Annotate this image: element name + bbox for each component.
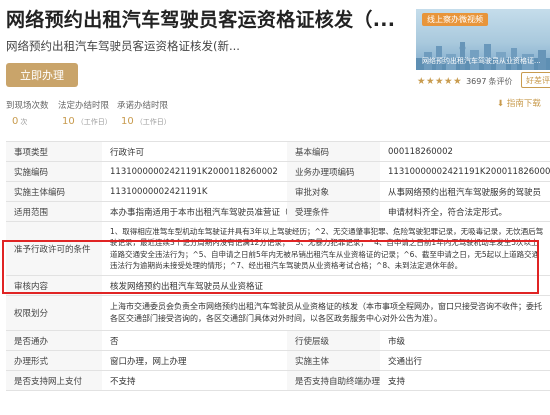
review-button[interactable]: 好差评 <box>521 72 550 88</box>
rating-count: 3697 <box>466 77 487 86</box>
video-badge: 线上察办微视频 <box>422 13 488 26</box>
table-key: 业务办理项编码 <box>287 162 380 181</box>
table-row: 是否通办 否 行使层级 市级 <box>6 331 550 351</box>
guide-download-link[interactable]: ⬇ 指南下载 <box>497 97 541 109</box>
table-value: 窗口办理，网上办理 <box>110 356 187 367</box>
table-value: 从事网络预约出租汽车驾驶服务的驾驶员 <box>388 187 542 198</box>
stat-label: 承诺办结时限 <box>117 101 169 111</box>
table-value: 市级 <box>388 336 406 347</box>
stat-unit: （工作日） <box>76 118 112 126</box>
table-key: 基本编码 <box>287 142 380 161</box>
info-table: 事项类型 行政许可 基本编码 000118260002 实施编码 1131000… <box>6 141 550 391</box>
table-key: 适用范围 <box>6 202 102 221</box>
table-key: 行使层级 <box>287 331 380 350</box>
stat-promise-limit: 承诺办结时限 10 （工作日） <box>117 99 171 127</box>
rating-summary: ★★★★★ 3697 条评价 <box>417 76 512 87</box>
table-row: 适用范围 本办事指南适用于本市出租汽车驾驶员准营证（从业... 受理条件 申请材… <box>6 202 550 222</box>
table-key: 实施主体 <box>287 351 380 370</box>
video-thumbnail[interactable]: 线上察办微视频 网络预约出租汽车驾驶员从业资格证... <box>416 9 550 70</box>
table-value: 否 <box>110 336 119 347</box>
table-key: 受理条件 <box>287 202 380 221</box>
table-row: 权限划分 上海市交通委员会负责全市网络预约出租汽车驾驶员从业资格证的核发（本市事… <box>6 296 550 331</box>
table-key: 实施主体编码 <box>6 182 102 201</box>
rating-count-label: 条评价 <box>488 77 513 86</box>
table-key: 是否支持自助终端办理 <box>287 371 380 390</box>
table-value: 11310000002421191K200011826000 2A1 <box>388 166 550 177</box>
video-caption: 网络预约出租汽车驾驶员从业资格证... <box>422 57 541 65</box>
stat-legal-limit: 法定办结时限 10 （工作日） <box>58 99 112 127</box>
table-row: 是否支持网上支付 不支持 是否支持自助终端办理 支持 <box>6 371 550 391</box>
stat-value: 10 <box>62 116 75 127</box>
table-key: 审核内容 <box>6 276 102 295</box>
table-value: 行政许可 <box>110 147 145 158</box>
table-row: 审核内容 核发网络预约出租汽车驾驶员从业资格证 <box>6 276 550 296</box>
table-value: 000118260002 <box>388 146 453 157</box>
stat-value: 10 <box>121 116 134 127</box>
guide-download-label: 指南下载 <box>506 99 541 109</box>
stat-label: 到现场次数 <box>6 101 49 111</box>
table-value: 1、取得相应准驾车型机动车驾驶证并具有3年以上驾驶经历；^2、无交通肇事犯罪、危… <box>110 226 544 271</box>
rating-stars-icon: ★★★★★ <box>417 76 463 87</box>
table-value: 申请材料齐全，符合法定形式。 <box>388 207 508 218</box>
page-title: 网络预约出租汽车驾驶员客运资格证核发（... <box>6 9 396 31</box>
table-value: 支持 <box>388 376 406 387</box>
table-key: 是否通办 <box>6 331 102 350</box>
table-value: 11310000002421191K2000118260002 <box>110 166 278 177</box>
table-value: 核发网络预约出租汽车驾驶员从业资格证 <box>110 281 264 292</box>
table-key: 权限划分 <box>6 296 102 330</box>
table-row: 办理形式 窗口办理，网上办理 实施主体 交通出行 <box>6 351 550 371</box>
table-key: 审批对象 <box>287 182 380 201</box>
apply-now-button[interactable]: 立即办理 <box>6 63 78 87</box>
stat-label: 法定办结时限 <box>58 101 110 111</box>
table-row: 事项类型 行政许可 基本编码 000118260002 <box>6 142 550 162</box>
stat-unit: （工作日） <box>135 118 171 126</box>
table-value: 交通出行 <box>388 356 423 367</box>
table-value: 不支持 <box>110 376 136 387</box>
table-value: 本办事指南适用于本市出租汽车驾驶员准营证（从业... <box>110 207 287 218</box>
stat-unit: 次 <box>20 118 28 126</box>
table-row: 实施编码 11310000002421191K2000118260002 业务办… <box>6 162 550 182</box>
download-icon: ⬇ <box>497 99 505 109</box>
table-key: 办理形式 <box>6 351 102 370</box>
page-subtitle: 网络预约出租汽车驾驶员客运资格证核发(新... <box>6 39 240 53</box>
stat-value: 0 <box>12 116 19 127</box>
table-key: 准予行政许可的条件 <box>6 222 102 275</box>
table-value: 11310000002421191K <box>110 186 208 197</box>
table-row: 准予行政许可的条件 1、取得相应准驾车型机动车驾驶证并具有3年以上驾驶经历；^2… <box>6 222 550 276</box>
table-key: 是否支持网上支付 <box>6 371 102 390</box>
stat-visits: 到现场次数 0次 <box>6 99 49 127</box>
table-value: 上海市交通委员会负责全市网络预约出租汽车驾驶员从业资格证的核发（本市事项全程网办… <box>110 302 542 323</box>
table-row: 实施主体编码 11310000002421191K 审批对象 从事网络预约出租汽… <box>6 182 550 202</box>
table-key: 事项类型 <box>6 142 102 161</box>
table-key: 实施编码 <box>6 162 102 181</box>
